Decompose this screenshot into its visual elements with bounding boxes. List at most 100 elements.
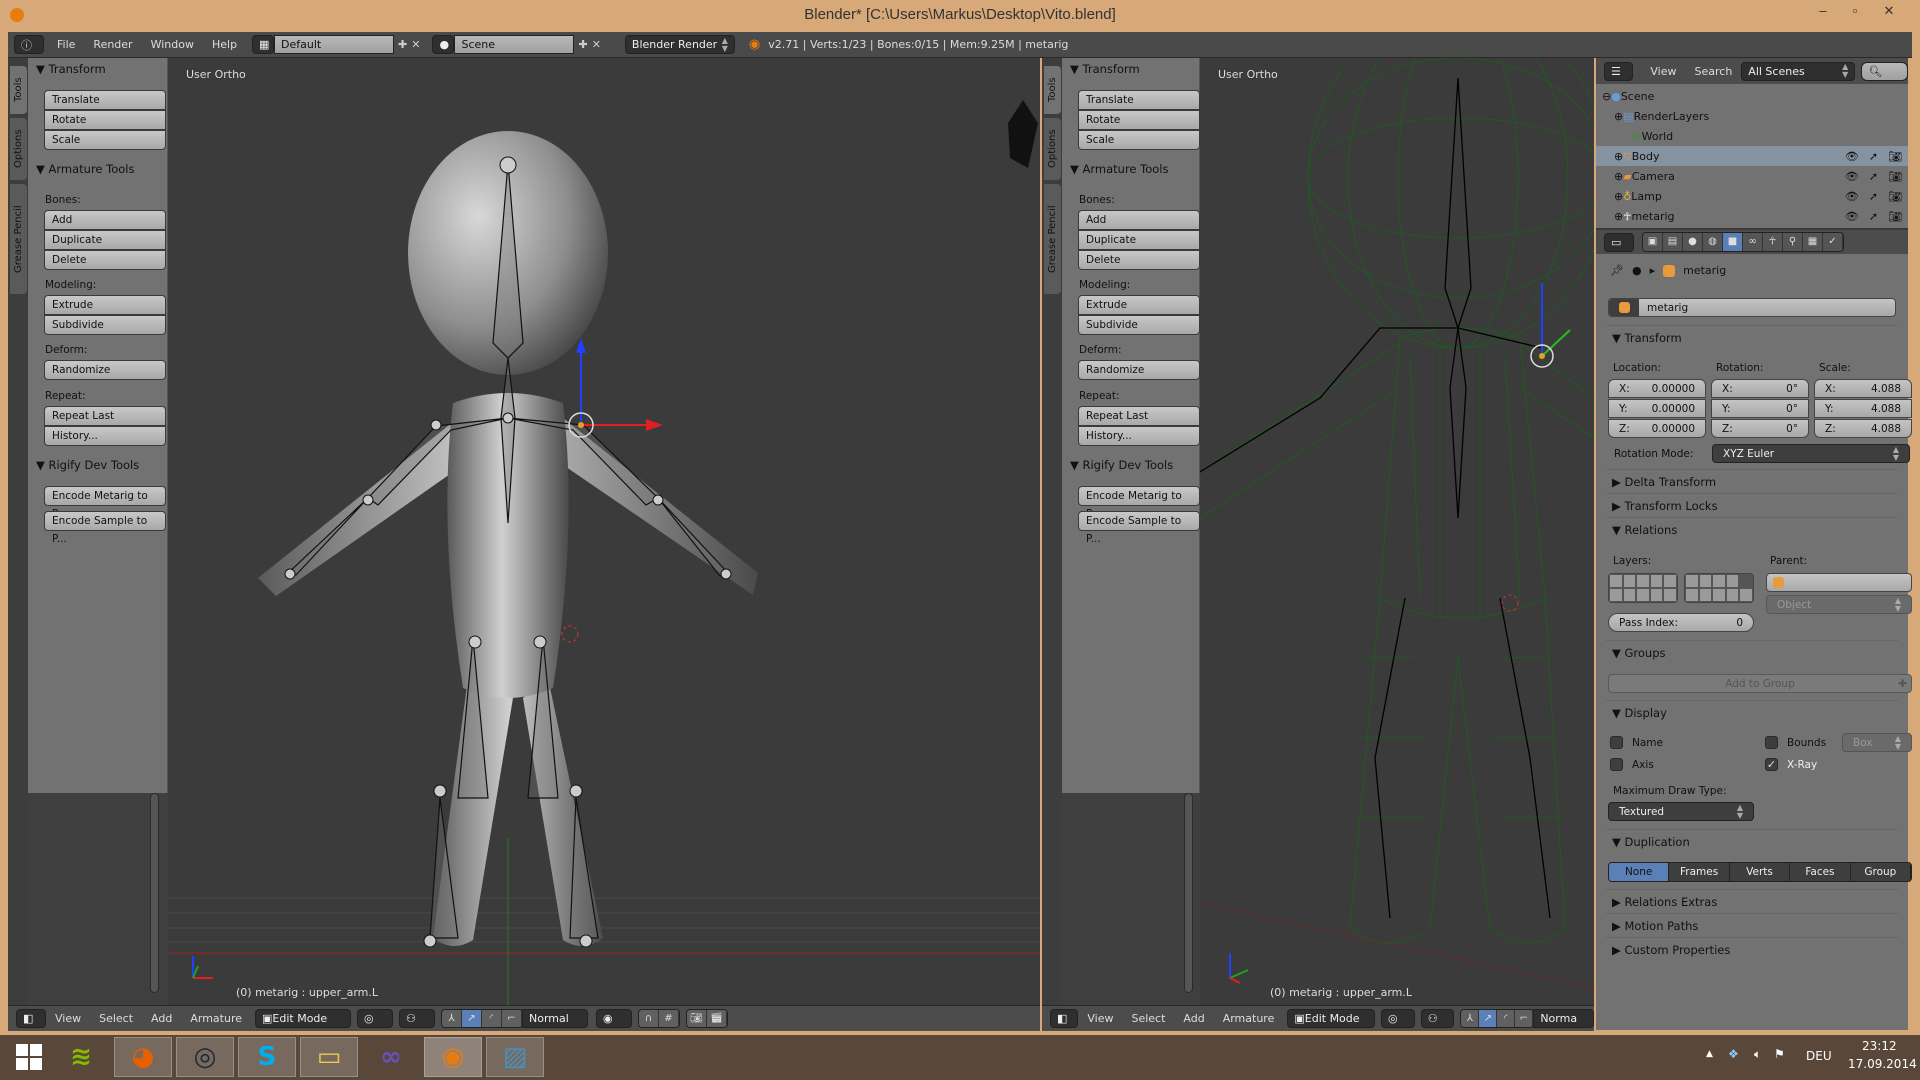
layer-toggle[interactable] [1739,574,1753,588]
panel-custom-properties[interactable]: ▶ Custom Properties [1606,937,1898,961]
display-mode-select[interactable]: All Scenes ▲ ▼ [1741,61,1856,81]
outliner-item-world[interactable]: ◍ World [1596,126,1908,146]
panel-transform[interactable]: ▼ Transform [1070,62,1140,76]
duplication-verts-button[interactable]: Verts [1729,863,1791,881]
layer-toggle[interactable] [1622,574,1637,588]
subdivide-button[interactable]: Subdivide [1078,315,1200,335]
menu-armature[interactable]: Armature [1214,1012,1284,1025]
layer-toggle[interactable] [1685,574,1699,588]
bounds-type-select[interactable]: Box ▲ ▼ [1842,733,1912,752]
search-field[interactable]: 🔍︎ [1861,61,1909,81]
tab-scene-icon[interactable]: ● [1683,233,1703,251]
tab-tools[interactable]: Tools [1044,66,1061,114]
taskbar-photos-button[interactable]: ▨ [486,1037,544,1077]
panel-armature-tools[interactable]: ▼ Armature Tools [36,162,134,176]
layer-toggle[interactable] [1685,588,1699,602]
duplication-frames-button[interactable]: Frames [1669,863,1730,881]
panel-motion-paths[interactable]: ▶ Motion Paths [1606,913,1898,937]
menu-armature[interactable]: Armature [181,1012,251,1025]
encode-metarig-button[interactable]: Encode Metarig to P... [1078,486,1200,520]
scale-manipulator-icon[interactable]: ⌐ [1515,1010,1534,1027]
panel-groups[interactable]: ▼ Groups [1606,640,1898,664]
rotate-manipulator-icon[interactable]: ◜ [482,1010,502,1027]
tab-physics-icon[interactable]: ✓ [1823,233,1843,251]
axis-checkbox[interactable] [1610,758,1623,771]
menu-select[interactable]: Select [1122,1012,1174,1025]
tab-tools[interactable]: Tools [10,66,27,114]
expand-icon[interactable]: ⊕ [1614,170,1623,183]
proportional-edit-select[interactable]: ◉ [596,1009,632,1028]
opengl-render-animation-icon[interactable]: 🎬︎ [707,1010,727,1027]
expand-icon[interactable]: ⊕ [1614,150,1623,163]
menu-view[interactable]: View [1078,1012,1122,1025]
layer-toggle[interactable] [1698,574,1713,588]
remove-layout-button[interactable]: ✕ [411,38,420,51]
volume-icon[interactable]: 🔈︎ [1754,1047,1761,1062]
tab-texture-icon[interactable]: ▦ [1803,233,1823,251]
shelf-scrollbar[interactable] [1184,793,1193,993]
rotate-button[interactable]: Rotate [44,110,166,130]
visibility-eye-icon[interactable]: 👁︎ [1845,150,1859,163]
duplicate-button[interactable]: Duplicate [44,230,166,250]
tab-constraints-icon[interactable]: ∞ [1743,233,1763,251]
layer-toggle[interactable] [1725,574,1740,588]
encode-metarig-button[interactable]: Encode Metarig to P... [44,486,166,520]
scale-button[interactable]: Scale [1078,130,1200,150]
manipulator-toggle-icon[interactable]: ⅄ [1461,1010,1480,1027]
editor-type-button[interactable]: ◧ [1050,1009,1079,1028]
rotation-y-field[interactable]: Y: 0° [1711,399,1809,418]
editor-type-button[interactable]: ▭ [1604,232,1634,252]
panel-rigify-dev-tools[interactable]: ▼ Rigify Dev Tools [1070,458,1173,472]
panel-delta-transform[interactable]: ▶ Delta Transform [1606,469,1898,493]
encode-sample-button[interactable]: Encode Sample to P... [1078,511,1200,545]
rotation-x-field[interactable]: X: 0° [1711,379,1809,398]
scale-manipulator-icon[interactable]: ⌐ [502,1010,522,1027]
close-button[interactable]: ✕ [1876,2,1902,22]
manipulator-toggle-icon[interactable]: ⅄ [442,1010,462,1027]
selectable-cursor-icon[interactable]: ➚ [1869,150,1878,163]
layer-toggle[interactable] [1739,588,1753,602]
outliner-item-lamp[interactable]: ⊕ ♁ Lamp 👁︎ ➚ 📷︎ [1596,186,1908,206]
extrude-button[interactable]: Extrude [1078,295,1200,315]
maximize-button[interactable]: ▫ [1842,2,1868,22]
layer-toggle[interactable] [1622,588,1637,602]
layer-toggle[interactable] [1636,574,1650,588]
panel-relations-extras[interactable]: ▶ Relations Extras [1606,889,1898,913]
pivot-point-select[interactable]: ⚇ [1420,1009,1455,1028]
layer-toggle[interactable] [1609,574,1623,588]
menu-help[interactable]: Help [203,38,246,51]
outliner-item-scene[interactable]: ⊖ ● Scene [1596,86,1908,106]
taskbar-firefox-button[interactable]: ◕ [114,1037,172,1077]
taskbar-file-explorer-button[interactable]: ▭ [300,1037,358,1077]
randomize-button[interactable]: Randomize [44,360,166,380]
snap-toggle-icon[interactable]: ∩ [639,1010,659,1027]
visibility-eye-icon[interactable]: 👁︎ [1845,170,1859,183]
location-x-field[interactable]: X: 0.00000 [1608,379,1706,398]
clock-date[interactable]: 17.09.2014 [1848,1057,1917,1071]
history-button[interactable]: History... [1078,426,1200,446]
mode-select[interactable]: ▣ Edit Mode [255,1009,351,1028]
panel-transform-locks[interactable]: ▶ Transform Locks [1606,493,1898,517]
duplication-group-button[interactable]: Group [1850,863,1911,881]
visibility-eye-icon[interactable]: 👁︎ [1845,190,1859,203]
rotation-mode-select[interactable]: XYZ Euler ▲ ▼ [1712,444,1910,463]
selectable-cursor-icon[interactable]: ➚ [1869,190,1878,203]
parent-field[interactable] [1766,573,1912,592]
show-hidden-icons-button[interactable]: ▲ [1706,1049,1713,1059]
translate-manipulator-icon[interactable]: ↗ [1479,1010,1498,1027]
panel-transform[interactable]: ▼ Transform [1606,325,1898,349]
panel-rigify-dev-tools[interactable]: ▼ Rigify Dev Tools [36,458,139,472]
repeat-last-button[interactable]: Repeat Last [1078,406,1200,426]
editor-type-button[interactable]: ◧ [16,1009,46,1028]
menu-select[interactable]: Select [90,1012,142,1025]
mode-select[interactable]: ▣ Edit Mode [1287,1009,1375,1028]
rotation-z-field[interactable]: Z: 0° [1711,419,1809,438]
tab-world-icon[interactable]: ◍ [1703,233,1723,251]
repeat-last-button[interactable]: Repeat Last [44,406,166,426]
encode-sample-button[interactable]: Encode Sample to P... [44,511,166,545]
scene-icon[interactable]: ● [432,35,455,54]
taskbar-skype-button[interactable]: S [238,1037,296,1077]
layer-toggle[interactable] [1649,588,1664,602]
subdivide-button[interactable]: Subdivide [44,315,166,335]
delete-button[interactable]: Delete [44,250,166,270]
